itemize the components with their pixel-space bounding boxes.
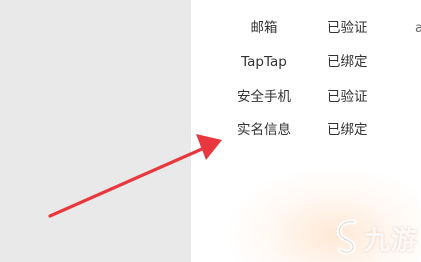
watermark-text: 九游	[364, 226, 419, 256]
arrow-shaft	[48, 147, 204, 218]
jiuyou-watermark: 九游	[332, 212, 421, 262]
jiuyou-logo-icon	[336, 219, 357, 255]
arrow-head	[196, 134, 222, 160]
